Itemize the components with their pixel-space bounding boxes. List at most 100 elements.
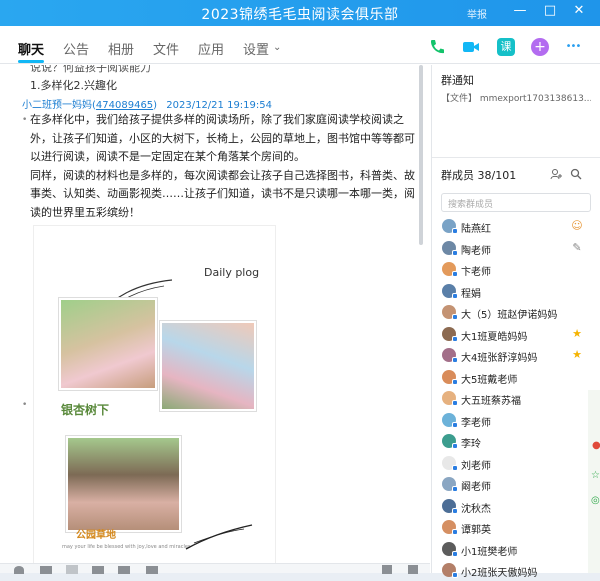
member-row[interactable]: 谭郭英 bbox=[432, 517, 600, 538]
scribble-decoration bbox=[185, 524, 253, 550]
window-title: 2023锦绣毛毛虫阅读会俱乐部 bbox=[201, 7, 399, 23]
member-row[interactable]: 大（5）班赵伊诺妈妈 bbox=[432, 302, 600, 323]
tab-chat[interactable]: 聊天 bbox=[18, 39, 44, 58]
member-level-badge bbox=[452, 507, 458, 514]
group-side-panel: 群通知 【文件】 mmexport1703138613... 群成员 38/10… bbox=[431, 65, 600, 579]
tab-album[interactable]: 相册 bbox=[108, 39, 134, 58]
add-member-icon[interactable] bbox=[550, 168, 562, 180]
message-header: 小二班预一妈妈(474089465) 2023/12/21 19:19:54 bbox=[22, 96, 272, 111]
maximize-icon[interactable]: □ bbox=[541, 3, 559, 18]
course-icon[interactable]: 课 bbox=[497, 38, 515, 56]
member-name: 大5班戴老师 bbox=[461, 374, 518, 386]
member-level-badge bbox=[452, 378, 458, 385]
tab-bar: 聊天 公告 相册 文件 应用 设置 ⌄ 课 + ••• bbox=[0, 26, 600, 64]
bullet-icon: • bbox=[22, 400, 28, 410]
member-row[interactable]: 李老师 bbox=[432, 410, 600, 431]
chat-scrollbar[interactable] bbox=[419, 65, 425, 505]
chat-area: 说说？何益孩子阅读能力 1.多样化2.兴趣化 小二班预一妈妈(474089465… bbox=[0, 65, 430, 563]
sender-name[interactable]: 小二班预一妈妈( bbox=[22, 100, 96, 111]
member-level-badge bbox=[452, 271, 458, 277]
title-bar: 2023锦绣毛毛虫阅读会俱乐部 举报 — □ ✕ bbox=[0, 0, 600, 26]
member-name: 阚老师 bbox=[461, 482, 491, 493]
member-row[interactable]: 小2班张天傲妈妈 bbox=[432, 560, 600, 581]
member-row[interactable]: 大4班张舒淳妈妈 ★ bbox=[432, 345, 600, 366]
member-row[interactable]: 沈秋杰 bbox=[432, 496, 600, 517]
member-name: 大五班蔡苏福 bbox=[461, 396, 521, 407]
member-level-badge bbox=[452, 335, 458, 342]
member-row[interactable]: 阚老师 bbox=[432, 474, 600, 495]
member-level-badge bbox=[452, 292, 458, 299]
member-row[interactable]: 李玲 bbox=[432, 431, 600, 452]
member-name: 小1班樊老师 bbox=[461, 546, 518, 558]
message-text-partial: 说说？何益孩子阅读能力 bbox=[30, 65, 151, 74]
close-icon[interactable]: ✕ bbox=[570, 3, 588, 18]
member-row[interactable]: 程娟 bbox=[432, 281, 600, 302]
member-row[interactable]: 大5班戴老师 bbox=[432, 367, 600, 388]
poster-heading: Daily plog bbox=[204, 266, 260, 279]
member-name: 大1班夏皓妈妈 bbox=[461, 331, 528, 343]
scrollbar-thumb[interactable] bbox=[419, 65, 423, 245]
member-name: 李老师 bbox=[461, 417, 491, 429]
input-toolbar bbox=[0, 563, 430, 574]
message-body: 在多样化中，我们给孩子提供多样的阅读场所，除了我们家庭阅读学校阅读之外，让孩子们… bbox=[30, 111, 420, 222]
member-level-badge bbox=[452, 357, 458, 363]
video-icon[interactable] bbox=[462, 38, 480, 56]
member-name: 程娟 bbox=[461, 288, 481, 300]
sender-qq-number[interactable]: 474089465 bbox=[96, 100, 153, 111]
group-chat-window: 2023锦绣毛毛虫阅读会俱乐部 举报 — □ ✕ 聊天 公告 相册 文件 应用 … bbox=[0, 0, 600, 579]
tab-settings[interactable]: 设置 bbox=[243, 39, 269, 58]
admin-star-icon: ★ bbox=[572, 326, 582, 340]
desktop-icon-green: ◎ bbox=[591, 495, 600, 506]
tab-apps[interactable]: 应用 bbox=[198, 39, 224, 58]
member-name: 大（5）班赵伊诺妈妈 bbox=[461, 310, 558, 321]
tab-files[interactable]: 文件 bbox=[153, 39, 179, 58]
shared-image[interactable]: Daily plog 银杏树下 公园草地 may your life be bl… bbox=[33, 225, 276, 563]
member-level-badge bbox=[452, 529, 458, 535]
member-row[interactable]: 卞老师 bbox=[432, 259, 600, 280]
member-row[interactable]: 小1班樊老师 bbox=[432, 539, 600, 560]
member-row[interactable]: 陆燕红 ☺ bbox=[432, 216, 600, 237]
photo-kids-reading-indoor bbox=[160, 321, 256, 411]
photo-caption: 银杏树下 bbox=[61, 403, 110, 417]
member-level-badge bbox=[452, 443, 458, 449]
message-text-line: 1.多样化2.兴趣化 bbox=[30, 79, 117, 92]
member-name: 沈秋杰 bbox=[461, 503, 491, 515]
poster-footnote: may your life be blessed with joy,love a… bbox=[62, 544, 191, 550]
member-name: 刘老师 bbox=[461, 460, 491, 472]
member-row[interactable]: 大1班夏皓妈妈 ★ bbox=[432, 324, 600, 345]
member-row[interactable]: 大五班蔡苏福 bbox=[432, 388, 600, 409]
member-row[interactable]: 刘老师 bbox=[432, 453, 600, 474]
member-level-badge bbox=[452, 464, 458, 471]
members-title: 群成员 38/101 bbox=[441, 169, 517, 182]
photo-caption: 公园草地 bbox=[76, 530, 116, 541]
member-search-input[interactable]: 搜索群成员 bbox=[441, 193, 591, 212]
divider bbox=[432, 157, 600, 158]
minimize-icon[interactable]: — bbox=[511, 3, 529, 18]
tab-announcement[interactable]: 公告 bbox=[63, 39, 89, 58]
member-level-badge bbox=[452, 486, 458, 492]
add-app-icon[interactable]: + bbox=[531, 38, 549, 56]
desktop-icon-green: ☆ bbox=[591, 470, 600, 481]
desktop-icon-red: ● bbox=[592, 440, 600, 451]
admin-star-icon: ★ bbox=[572, 348, 582, 361]
photo-kids-reading-outdoor bbox=[59, 298, 157, 390]
chevron-down-icon[interactable]: ⌄ bbox=[273, 42, 281, 53]
edit-icon[interactable]: ✎ bbox=[570, 241, 584, 254]
member-level-badge bbox=[452, 400, 458, 406]
message-timestamp: 2023/12/21 19:19:54 bbox=[166, 100, 272, 111]
member-name: 大4班张舒淳妈妈 bbox=[461, 353, 538, 364]
more-icon[interactable]: ••• bbox=[562, 38, 584, 56]
report-link[interactable]: 举报 bbox=[467, 6, 487, 21]
group-notice-text[interactable]: 【文件】 mmexport1703138613... bbox=[441, 91, 591, 104]
owner-icon: ☺ bbox=[571, 219, 583, 232]
active-tab-indicator bbox=[18, 60, 44, 63]
member-name: 谭郭英 bbox=[461, 525, 491, 536]
group-notice-title: 群通知 bbox=[441, 74, 474, 87]
message-paragraph: 在多样化中，我们给孩子提供多样的阅读场所，除了我们家庭阅读学校阅读之外，让孩子们… bbox=[30, 113, 415, 163]
member-level-badge bbox=[452, 228, 458, 234]
phone-icon[interactable] bbox=[428, 38, 446, 56]
member-level-badge bbox=[452, 314, 458, 320]
member-row[interactable]: 陶老师 ✎ bbox=[432, 238, 600, 259]
search-icon[interactable] bbox=[570, 168, 582, 180]
member-name: 卞老师 bbox=[461, 267, 491, 278]
